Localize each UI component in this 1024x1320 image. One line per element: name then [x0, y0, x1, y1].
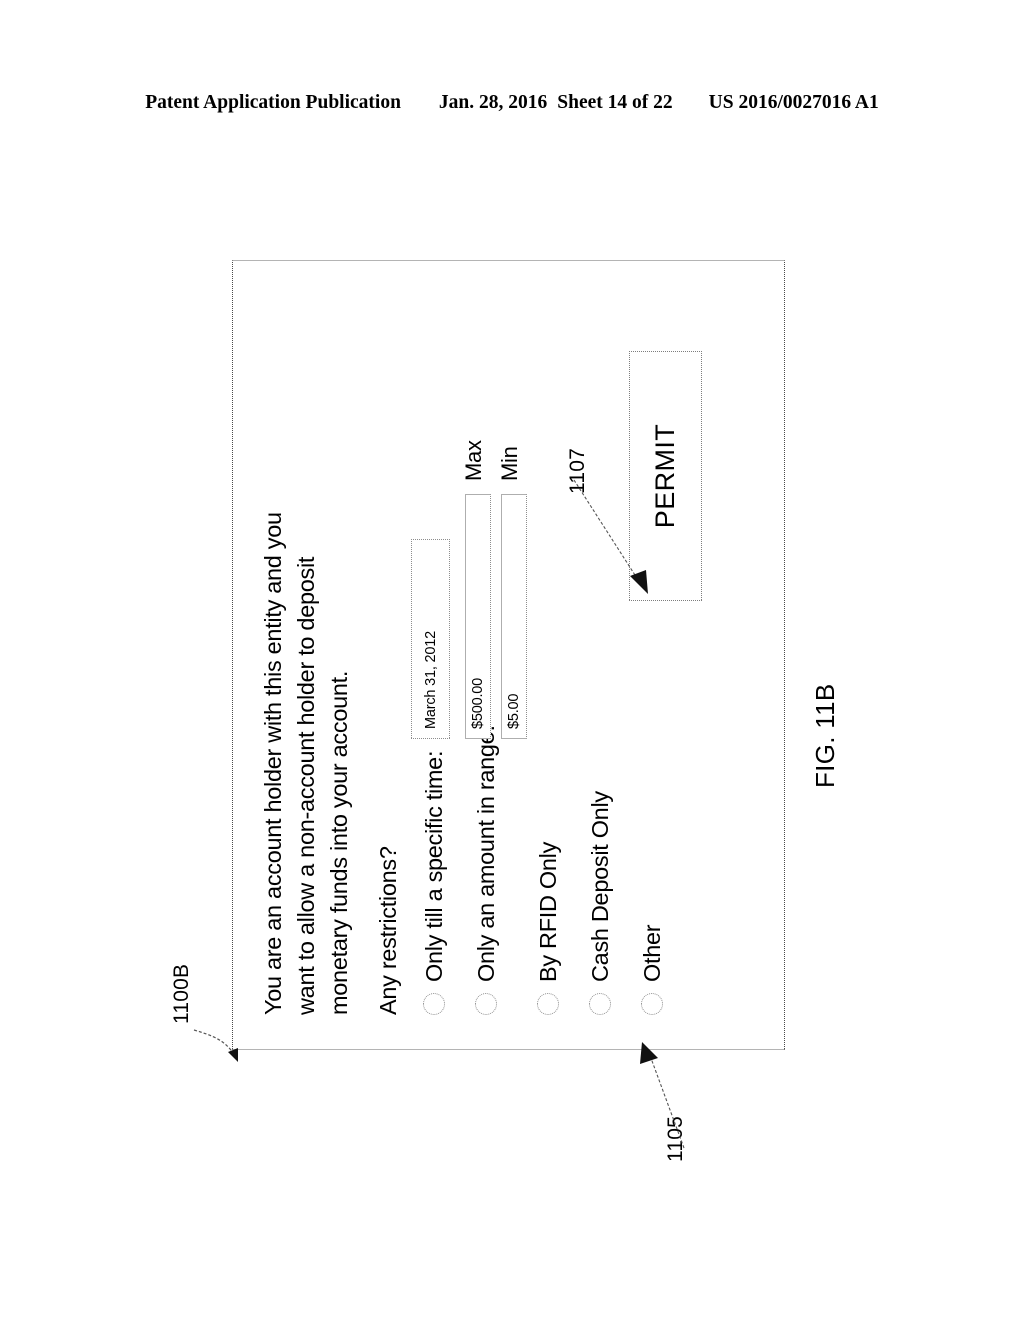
figure-rotated-canvas: You are an account holder with this enti… — [162, 100, 862, 1220]
date-input-value: March 31, 2012 — [422, 631, 439, 729]
leader-line-1100b — [193, 1029, 238, 1062]
intro-line-3: monetary funds into your account. — [326, 670, 352, 1015]
option-label-amount-range: Only an amount in range: — [472, 725, 499, 982]
intro-line-1: You are an account holder with this enti… — [260, 512, 286, 1015]
option-row-cash-deposit-only[interactable]: Cash Deposit Only — [585, 791, 615, 1015]
min-amount-input[interactable]: $5.00 — [501, 494, 527, 739]
figure-caption: FIG. 11B — [810, 683, 840, 788]
option-row-amount-range[interactable]: Only an amount in range: — [471, 725, 501, 1015]
intro-line-2: want to allow a non-account holder to de… — [293, 556, 319, 1015]
figure-11b: You are an account holder with this enti… — [0, 0, 1024, 1320]
leader-line-1107 — [573, 479, 648, 594]
restrictions-question: Any restrictions? — [375, 846, 401, 1015]
option-row-rfid-only[interactable]: By RFID Only — [533, 842, 563, 1015]
permission-dialog: You are an account holder with this enti… — [232, 260, 785, 1050]
max-amount-value: $500.00 — [470, 677, 486, 729]
max-amount-input[interactable]: $500.00 — [465, 494, 491, 739]
option-label-cash-deposit-only: Cash Deposit Only — [586, 791, 613, 982]
max-label: Max — [461, 440, 486, 481]
intro-paragraph: You are an account holder with this enti… — [257, 295, 356, 1015]
date-input[interactable]: March 31, 2012 — [411, 539, 450, 739]
option-row-other[interactable]: Other — [637, 925, 667, 1015]
min-label: Min — [497, 446, 522, 481]
option-row-specific-time[interactable]: Only till a specific time: — [419, 751, 449, 1015]
radio-icon-rfid-only[interactable] — [537, 993, 559, 1015]
option-label-rfid-only: By RFID Only — [534, 841, 561, 982]
radio-icon-amount-range[interactable] — [475, 993, 497, 1015]
option-label-specific-time: Only till a specific time: — [420, 750, 447, 982]
option-label-other: Other — [638, 924, 665, 982]
leader-line-1105 — [640, 1042, 685, 1149]
radio-icon-specific-time[interactable] — [423, 993, 445, 1015]
radio-icon-other[interactable] — [641, 993, 663, 1015]
min-amount-value: $5.00 — [506, 693, 522, 729]
radio-icon-cash-deposit-only[interactable] — [589, 993, 611, 1015]
